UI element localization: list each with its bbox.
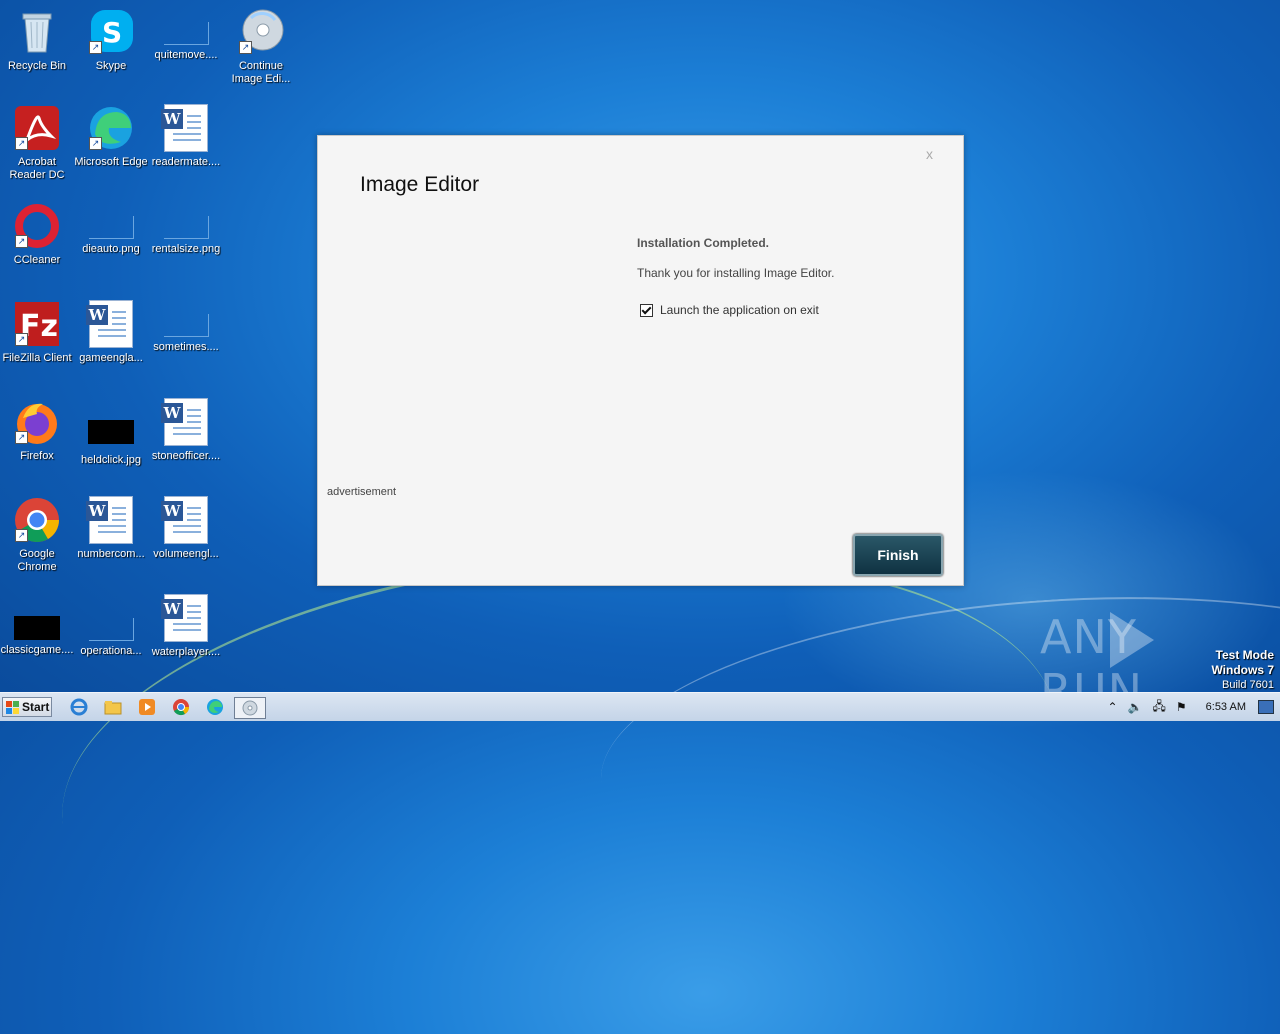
- start-label: Start: [22, 700, 50, 714]
- os-info: Test Mode Windows 7 Build 7601: [1211, 648, 1274, 692]
- windows-flag-icon: [6, 700, 19, 714]
- launch-on-exit-option[interactable]: Launch the application on exit: [640, 303, 819, 317]
- skype-icon: S ↗: [87, 8, 135, 56]
- shortcut-arrow-icon: ↗: [89, 41, 102, 54]
- blank-file-icon: [163, 314, 209, 337]
- chrome-icon: ↗: [13, 496, 61, 544]
- network-icon[interactable]: 🖧: [1152, 697, 1165, 718]
- firefox-icon: ↗: [13, 398, 61, 446]
- start-button[interactable]: Start: [2, 697, 52, 717]
- desktop-icon-acrobat[interactable]: ↗ Acrobat Reader DC: [0, 104, 74, 182]
- installation-heading: Installation Completed.: [637, 236, 770, 250]
- desktop-icon-continue-image-editor[interactable]: ↗ Continue Image Edi...: [224, 8, 298, 86]
- system-tray: ⌃ 🔈 🖧 ⚑ 6:53 AM: [1102, 693, 1280, 721]
- shortcut-arrow-icon: ↗: [15, 529, 28, 542]
- desktop-icon-operationa[interactable]: operationa...: [74, 604, 148, 658]
- word-doc-icon: W: [161, 594, 208, 642]
- acrobat-icon: ↗: [13, 104, 61, 152]
- desktop-icon-chrome[interactable]: ↗ Google Chrome: [0, 496, 74, 574]
- desktop-icon-quitemove[interactable]: quitemove....: [149, 8, 223, 62]
- taskbar: Start ⌃ 🔈 🖧 ⚑ 6:53 AM: [0, 692, 1280, 721]
- desktop-icon-recycle-bin[interactable]: Recycle Bin: [0, 8, 74, 73]
- desktop-icon-sometimes[interactable]: sometimes....: [149, 300, 223, 354]
- desktop-icon-rentalsize[interactable]: rentalsize.png: [149, 202, 223, 256]
- shortcut-arrow-icon: ↗: [239, 41, 252, 54]
- desktop-icon-numbercom[interactable]: W numbercom...: [74, 496, 148, 561]
- cd-installer-icon: ↗: [237, 8, 285, 56]
- installer-icon[interactable]: [234, 697, 266, 719]
- close-button[interactable]: x: [926, 146, 933, 162]
- desktop-icon-dieauto[interactable]: dieauto.png: [74, 202, 148, 256]
- clock[interactable]: 6:53 AM: [1206, 701, 1246, 713]
- finish-button[interactable]: Finish: [853, 534, 943, 576]
- media-player-icon[interactable]: [136, 697, 158, 717]
- edge-icon[interactable]: [204, 697, 226, 717]
- word-doc-icon: W: [161, 496, 208, 544]
- test-mode-label: Test Mode: [1215, 648, 1274, 662]
- desktop-icon-edge[interactable]: ↗ Microsoft Edge: [74, 104, 148, 169]
- recycle-bin-icon: [13, 8, 61, 56]
- image-file-icon: [163, 216, 209, 239]
- shortcut-arrow-icon: ↗: [15, 431, 28, 444]
- blank-file-icon: [88, 618, 134, 641]
- explorer-icon[interactable]: [102, 697, 124, 717]
- ccleaner-icon: ↗: [13, 202, 61, 250]
- word-doc-icon: W: [86, 496, 133, 544]
- play-logo-icon: [1110, 612, 1154, 668]
- word-doc-icon: W: [161, 104, 208, 152]
- image-file-icon: [88, 216, 134, 239]
- desktop-icon-readermate[interactable]: W readermate....: [149, 104, 223, 169]
- desktop-icon-stoneofficer[interactable]: W stoneofficer....: [149, 398, 223, 463]
- show-desktop-button[interactable]: [1258, 700, 1274, 714]
- shortcut-arrow-icon: ↗: [15, 333, 28, 346]
- shortcut-arrow-icon: ↗: [15, 137, 28, 150]
- desktop-icon-gameengla[interactable]: W gameengla...: [74, 300, 148, 365]
- desktop-icon-firefox[interactable]: ↗ Firefox: [0, 398, 74, 463]
- desktop-icon-volumeengl[interactable]: W volumeengl...: [149, 496, 223, 561]
- image-file-icon: [88, 420, 134, 444]
- shortcut-arrow-icon: ↗: [89, 137, 102, 150]
- desktop-icon-ccleaner[interactable]: ↗ CCleaner: [0, 202, 74, 267]
- launch-on-exit-label[interactable]: Launch the application on exit: [660, 303, 819, 317]
- build-label: Build 7601: [1222, 679, 1274, 691]
- ie-icon[interactable]: [68, 697, 90, 717]
- image-file-icon: [14, 616, 60, 640]
- desktop-icon-classicgame[interactable]: classicgame....: [0, 604, 74, 657]
- desktop-icon-skype[interactable]: S ↗ Skype: [74, 8, 148, 73]
- shortcut-arrow-icon: ↗: [15, 235, 28, 248]
- launch-on-exit-checkbox[interactable]: [640, 303, 653, 317]
- blank-file-icon: [163, 22, 209, 45]
- advertisement-label: advertisement: [327, 486, 397, 498]
- word-doc-icon: W: [86, 300, 133, 348]
- tray-expand-button[interactable]: ⌃: [1107, 700, 1117, 714]
- installer-dialog: x Image Editor Installation Completed. T…: [317, 135, 964, 586]
- chrome-icon[interactable]: [170, 697, 192, 717]
- word-doc-icon: W: [161, 398, 208, 446]
- desktop-icon-heldclick[interactable]: heldclick.jpg: [74, 398, 148, 467]
- volume-icon[interactable]: 🔈: [1128, 700, 1143, 714]
- svg-text:S: S: [102, 16, 122, 49]
- action-center-flag-icon[interactable]: ⚑: [1176, 700, 1187, 714]
- edge-icon: ↗: [87, 104, 135, 152]
- dialog-title: Image Editor: [360, 173, 480, 196]
- filezilla-icon: Fz ↗: [13, 300, 61, 348]
- desktop-icon-waterplayer[interactable]: W waterplayer....: [149, 594, 223, 659]
- desktop-icon-filezilla[interactable]: Fz ↗ FileZilla Client: [0, 300, 74, 365]
- windows-version-label: Windows 7: [1211, 663, 1274, 677]
- installation-message: Thank you for installing Image Editor.: [637, 266, 835, 280]
